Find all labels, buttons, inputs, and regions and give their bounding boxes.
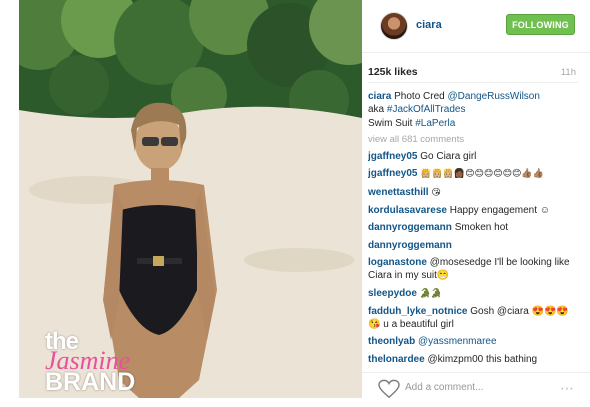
comment-text: 😘 xyxy=(431,187,441,198)
comment: dannyroggemann Smoken hot xyxy=(368,221,578,234)
comment-user[interactable]: wenettasthill xyxy=(368,187,429,198)
add-comment-input[interactable]: Add a comment... xyxy=(405,382,483,393)
view-all-comments-link[interactable]: view all 681 comments xyxy=(368,133,578,146)
caption-user[interactable]: ciara xyxy=(368,91,391,102)
add-comment-divider xyxy=(362,372,590,373)
comment-text: 👸🏼👸🏼👸🏼👩🏾😊😊😊😊😊😊👍🏽👍🏽 xyxy=(420,169,544,180)
comment: sleepydoe 🐊🐊 xyxy=(368,287,578,301)
watermark: the Jasmine BRAND xyxy=(45,330,135,395)
username-link[interactable]: ciara xyxy=(416,19,442,31)
comment-user[interactable]: dannyroggemann xyxy=(368,222,452,233)
caption-tag-2[interactable]: #LaPerla xyxy=(415,118,455,129)
comment: theonlyab @yassmenmaree xyxy=(368,335,578,348)
heart-icon[interactable] xyxy=(378,379,400,399)
add-comment-bar: Add a comment... ⋯ xyxy=(362,374,590,407)
caption-text-2: aka xyxy=(368,104,387,116)
comment-user[interactable]: loganastone xyxy=(368,257,427,268)
more-icon[interactable]: ⋯ xyxy=(560,380,576,398)
likes-divider xyxy=(368,82,578,83)
comment-user[interactable]: thelonardee xyxy=(368,354,425,365)
comment-text: Smoken hot xyxy=(454,222,509,234)
comment: kordulasavarese Happy engagement ☺ xyxy=(368,204,578,217)
caption-mention[interactable]: @DangeRussWilson xyxy=(448,91,540,102)
comment-user[interactable]: dannyroggemann xyxy=(368,240,452,251)
comment: fadduh_lyke_notnice Gosh @ciara 😍😍😍😘 u a… xyxy=(368,305,578,332)
post-photo[interactable]: the Jasmine BRAND xyxy=(19,0,362,398)
comment-user[interactable]: sleepydoe xyxy=(368,288,417,299)
comment: loganastone @mosesedge I'll be looking l… xyxy=(368,256,578,283)
comment-text: 🐊🐊 xyxy=(419,288,443,299)
caption-tag-1[interactable]: #JackOfAllTrades xyxy=(387,104,466,115)
following-button[interactable]: FOLLOWING xyxy=(506,14,575,35)
caption-text-3: Swim Suit xyxy=(368,117,416,129)
comment-user[interactable]: fadduh_lyke_notnice xyxy=(368,306,467,317)
comment: thelonardee @kimzpm00 this bathing xyxy=(368,353,578,366)
comment-user[interactable]: theonlyab xyxy=(368,336,415,347)
caption: ciara Photo Cred @DangeRussWilson aka #J… xyxy=(368,90,578,130)
caption-text-1: Photo Cred xyxy=(394,91,448,102)
comment-list[interactable]: ciara Photo Cred @DangeRussWilson aka #J… xyxy=(368,90,578,370)
comment-user[interactable]: jgaffney05 xyxy=(368,151,417,162)
comment-text: Go Ciara girl xyxy=(420,151,477,163)
post-panel: ciara FOLLOWING 125k likes 11h ciara Pho… xyxy=(362,0,590,407)
likes-count[interactable]: 125k likes xyxy=(368,66,418,78)
comment-text[interactable]: @yassmenmaree xyxy=(418,336,497,347)
comment-user[interactable]: jgaffney05 xyxy=(368,168,417,179)
comment-user[interactable]: kordulasavarese xyxy=(368,205,447,216)
comment: wenettasthill 😘 xyxy=(368,186,578,200)
comment-text: Happy engagement ☺ xyxy=(449,205,551,217)
comment: jgaffney05 Go Ciara girl xyxy=(368,150,578,163)
comment-text: @kimzpm00 this bathing xyxy=(427,353,538,365)
post-time[interactable]: 11h xyxy=(561,67,576,78)
avatar[interactable] xyxy=(380,12,408,40)
watermark-brand: BRAND xyxy=(45,368,136,396)
comment: jgaffney05 👸🏼👸🏼👸🏼👩🏾😊😊😊😊😊😊👍🏽👍🏽 xyxy=(368,167,578,181)
comment: dannyroggemann xyxy=(368,239,578,252)
header-divider xyxy=(362,52,590,53)
post-header: ciara FOLLOWING xyxy=(362,0,590,52)
